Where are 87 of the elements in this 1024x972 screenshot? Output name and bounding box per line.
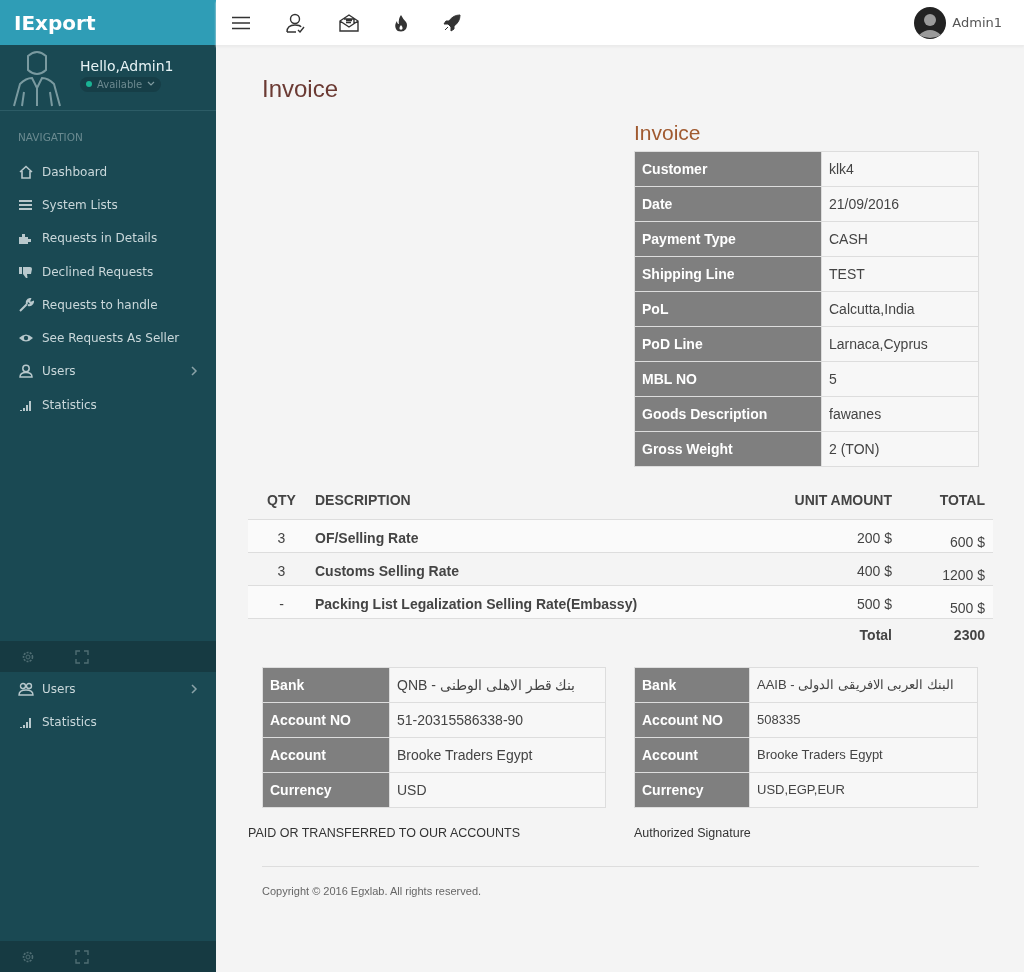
field-label: Goods Description xyxy=(634,396,822,432)
users-icon xyxy=(18,682,34,696)
wrench-icon xyxy=(18,297,34,312)
table-cell: 3 xyxy=(248,552,315,586)
field-value: 5 xyxy=(821,361,979,397)
field-label: Gross Weight xyxy=(634,431,822,467)
nav-heading: NAVIGATION xyxy=(17,130,84,145)
greeting-text: Hello,Admin1 xyxy=(80,57,174,74)
nav-item[interactable]: Declined Requests xyxy=(0,254,216,289)
nav-item[interactable]: System Lists xyxy=(0,188,216,222)
chevron-icon xyxy=(191,366,198,377)
field-label: Payment Type xyxy=(634,221,822,257)
table-cell: 600 $ xyxy=(892,519,993,553)
column-header: TOTAL xyxy=(892,481,993,520)
nav-item[interactable]: Dashboard xyxy=(0,155,216,189)
field-label: Date xyxy=(634,186,822,222)
field-label: PoD Line xyxy=(634,326,822,362)
field-value: klk4 xyxy=(821,151,979,187)
field-label: Account xyxy=(262,737,390,772)
user-name[interactable]: Admin1 xyxy=(952,15,1002,30)
table-cell: OF/Selling Rate xyxy=(315,519,731,553)
field-value: TEST xyxy=(821,256,979,292)
column-header: QTY xyxy=(248,481,315,520)
table-cell: 3 xyxy=(248,519,315,553)
field-label: Customer xyxy=(634,151,822,187)
field-label: MBL NO xyxy=(634,361,822,397)
field-value: 51-20315586338-90 xyxy=(389,702,606,737)
field-value: USD xyxy=(389,772,606,807)
invoice-heading: Invoice xyxy=(634,121,702,145)
copyright-text: Copyright © 2016 Egxlab. All rights reserved. xyxy=(262,884,483,897)
field-label: Account xyxy=(634,737,750,772)
table-cell: Customs Selling Rate xyxy=(315,552,731,586)
field-label: Currency xyxy=(634,772,750,807)
caret-icon xyxy=(147,81,156,87)
rocket-icon[interactable] xyxy=(443,13,461,32)
field-value: 2 (TON) xyxy=(821,431,979,467)
nav-item[interactable]: Users xyxy=(0,672,216,706)
field-value: 508335 xyxy=(749,702,978,737)
thumb-icon xyxy=(18,264,34,279)
table-cell: 400 $ xyxy=(731,552,892,586)
total-value: 2300 xyxy=(892,618,993,645)
field-value: CASH xyxy=(821,221,979,257)
home-icon xyxy=(18,164,34,179)
puzzle-icon xyxy=(18,231,34,246)
field-value: Brooke Traders Egypt xyxy=(389,737,606,772)
nav-item[interactable]: Users xyxy=(0,354,216,389)
field-label: Account NO xyxy=(262,702,390,737)
nav-item[interactable]: Requests to handle xyxy=(0,288,216,322)
nav-item[interactable]: Statistics xyxy=(0,388,216,422)
field-value: Larnaca,Cyprus xyxy=(821,326,979,362)
table-cell: Packing List Legalization Selling Rate(Embassy) xyxy=(315,585,731,619)
signature-label: Authorized Signature xyxy=(634,825,751,840)
table-cell: 200 $ xyxy=(731,519,892,553)
field-value: Brooke Traders Egypt xyxy=(749,737,978,772)
field-value: fawanes xyxy=(821,396,979,432)
field-label: Shipping Line xyxy=(634,256,822,292)
envelope-icon[interactable] xyxy=(339,13,359,32)
nav-item[interactable]: Requests in Details xyxy=(0,221,216,255)
nav-item[interactable]: Statistics xyxy=(0,705,216,739)
total-label: Total xyxy=(731,618,892,645)
table-cell: 500 $ xyxy=(892,585,993,619)
menu-icon[interactable] xyxy=(231,15,251,30)
bars-icon xyxy=(18,715,34,730)
table-cell: - xyxy=(248,585,315,619)
table-cell: 500 $ xyxy=(731,585,892,619)
flame-icon[interactable] xyxy=(393,13,409,32)
field-value: USD,EGP,EUR xyxy=(749,772,978,807)
field-label: Bank xyxy=(262,667,390,702)
field-label: Account NO xyxy=(634,702,750,737)
chevron-icon xyxy=(191,684,198,694)
payment-note: PAID OR TRANSFERRED TO OUR ACCOUNTS xyxy=(248,825,522,840)
list-icon xyxy=(18,197,34,212)
field-value: QNB - بنك قطر الاهلى الوطنى xyxy=(389,667,606,702)
field-label: Currency xyxy=(262,772,390,807)
table-cell: 1200 $ xyxy=(892,552,993,586)
field-label: Bank xyxy=(634,667,750,702)
user-avatar-icon[interactable] xyxy=(914,6,947,39)
field-value: 21/09/2016 xyxy=(821,186,979,222)
field-label: PoL xyxy=(634,291,822,327)
column-header: UNIT AMOUNT xyxy=(731,481,892,520)
user-icon xyxy=(18,364,34,379)
nav-item[interactable]: See Requests As Seller xyxy=(0,321,216,355)
field-value: AAIB - البنك العربى الافريقى الدولى xyxy=(749,667,978,702)
user-icon[interactable] xyxy=(285,12,305,33)
page-title: Invoice xyxy=(262,75,340,103)
field-value: Calcutta,India xyxy=(821,291,979,327)
column-header: DESCRIPTION xyxy=(315,481,731,520)
